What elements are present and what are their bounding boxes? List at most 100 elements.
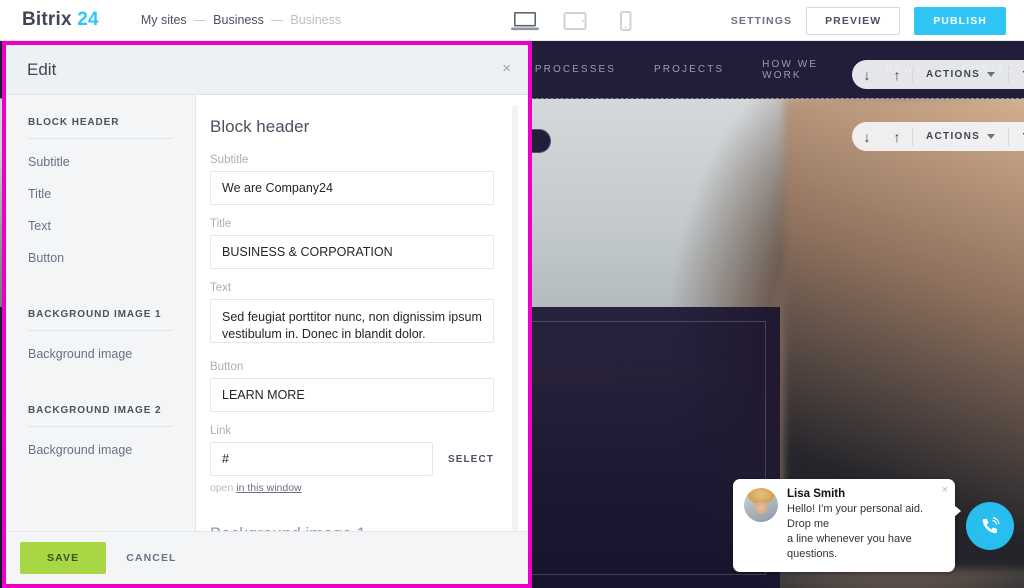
site-nav-item[interactable]: PROCESSES bbox=[535, 64, 616, 75]
link-target-hint: open in this window bbox=[210, 482, 494, 494]
actions-button[interactable]: ACTIONS bbox=[913, 122, 1008, 151]
call-icon[interactable] bbox=[966, 501, 1014, 550]
field-label: Subtitle bbox=[210, 154, 249, 166]
chat-message-line: a line whenever you have questions. bbox=[787, 533, 912, 560]
divider bbox=[28, 138, 173, 139]
title-input[interactable] bbox=[210, 235, 494, 269]
mobile-glyph bbox=[620, 10, 632, 31]
sidebar-item-background-image-1[interactable]: Background image bbox=[28, 337, 173, 369]
edit-block-dialog: Edit × BLOCK HEADER Subtitle Title Text … bbox=[2, 41, 532, 588]
field-label: Link bbox=[210, 425, 232, 437]
site-nav-item[interactable]: HOW WE WORK bbox=[762, 59, 847, 81]
desktop-glyph bbox=[511, 11, 539, 30]
field-subtitle: Subtitle bbox=[210, 154, 494, 205]
chat-message: Hello! I'm your personal aid. Drop me a … bbox=[787, 502, 943, 562]
dialog-form-panel: Block header Subtitle Title Text Sed feu… bbox=[196, 95, 528, 531]
breadcrumb-business[interactable]: Business bbox=[213, 13, 264, 27]
settings-link[interactable]: SETTINGS bbox=[731, 15, 792, 27]
tablet-view-icon[interactable] bbox=[560, 10, 590, 32]
breadcrumb-current: Business bbox=[290, 13, 342, 27]
sidebar-item-text[interactable]: Text bbox=[28, 209, 173, 241]
open-target-link[interactable]: in this window bbox=[236, 482, 301, 494]
chat-operator-name: Lisa Smith bbox=[787, 488, 846, 500]
app-header: Bitrix 24 My sites — Business — Business bbox=[0, 0, 1024, 41]
chevron-down-icon bbox=[987, 72, 996, 77]
select-link-button[interactable]: SELECT bbox=[433, 454, 494, 465]
avatar bbox=[744, 488, 778, 522]
form-section-title: Block header bbox=[210, 117, 310, 136]
dialog-title: Edit bbox=[27, 59, 57, 79]
header-actions: SETTINGS PREVIEW PUBLISH bbox=[731, 0, 1006, 41]
form-section-title-background-image-1: Background image 1 bbox=[210, 524, 494, 531]
site-nav-item[interactable]: PROJECTS bbox=[654, 64, 724, 75]
chat-content: Lisa Smith Hello! I'm your personal aid.… bbox=[787, 488, 943, 562]
field-label: Button bbox=[210, 361, 244, 373]
save-button[interactable]: SAVE bbox=[20, 542, 107, 574]
sidebar-group-heading: BLOCK HEADER bbox=[28, 117, 120, 128]
bitrix-logo[interactable]: Bitrix 24 bbox=[22, 9, 99, 31]
chat-widget[interactable]: Lisa Smith Hello! I'm your personal aid.… bbox=[733, 479, 1014, 572]
logo-number: 24 bbox=[77, 9, 99, 30]
dialog-footer: SAVE CANCEL bbox=[6, 531, 528, 584]
device-switcher bbox=[510, 0, 640, 41]
chat-bubble[interactable]: Lisa Smith Hello! I'm your personal aid.… bbox=[733, 479, 961, 572]
publish-button[interactable]: PUBLISH bbox=[914, 6, 1006, 35]
subtitle-input[interactable] bbox=[210, 171, 494, 205]
cancel-button[interactable]: CANCEL bbox=[120, 551, 182, 565]
field-link: Link SELECT open in this window bbox=[210, 425, 494, 494]
sidebar-group-block-header: BLOCK HEADER Subtitle Title Text Button bbox=[6, 117, 195, 273]
mobile-view-icon[interactable] bbox=[610, 10, 640, 32]
close-icon[interactable]: × bbox=[942, 484, 948, 496]
sidebar-group-background-image-2: BACKGROUND IMAGE 2 Background image bbox=[6, 405, 195, 465]
breadcrumb-separator: — bbox=[193, 13, 207, 27]
sidebar-group-heading: BACKGROUND IMAGE 2 bbox=[28, 405, 162, 416]
sidebar-item-button[interactable]: Button bbox=[28, 241, 173, 273]
open-prefix: open bbox=[210, 482, 234, 494]
move-up-icon[interactable]: ↑ bbox=[882, 122, 912, 151]
divider bbox=[28, 330, 173, 331]
field-label: Text bbox=[210, 282, 232, 294]
dialog-header: Edit × bbox=[6, 45, 528, 95]
sidebar-item-title[interactable]: Title bbox=[28, 177, 173, 209]
field-label: Title bbox=[210, 218, 232, 230]
app-root: CES PROCESSES PROJECTS HOW WE WORK NEWS … bbox=[0, 0, 1024, 588]
nav-block-toolbar[interactable]: ↓ ↑ ACTIONS bbox=[852, 60, 1024, 89]
button-input[interactable] bbox=[210, 378, 494, 412]
breadcrumb: My sites — Business — Business bbox=[141, 13, 341, 27]
chat-message-line: Hello! I'm your personal aid. Drop me bbox=[787, 503, 923, 530]
move-up-icon[interactable]: ↑ bbox=[882, 60, 912, 89]
hero-block-toolbar[interactable]: ↓ ↑ ACTIONS bbox=[852, 122, 1024, 151]
breadcrumb-separator: — bbox=[270, 13, 284, 27]
move-down-icon[interactable]: ↓ bbox=[852, 122, 882, 151]
sidebar-item-background-image-2[interactable]: Background image bbox=[28, 433, 173, 465]
desktop-view-icon[interactable] bbox=[510, 10, 540, 32]
logo-text: Bitrix bbox=[22, 9, 72, 30]
field-title: Title bbox=[210, 218, 494, 269]
link-row: SELECT bbox=[210, 442, 494, 476]
breadcrumb-my-sites[interactable]: My sites bbox=[141, 13, 187, 27]
actions-button[interactable]: ACTIONS bbox=[913, 60, 1008, 89]
dialog-sidebar: BLOCK HEADER Subtitle Title Text Button … bbox=[6, 95, 196, 531]
preview-button[interactable]: PREVIEW bbox=[806, 6, 901, 35]
actions-label: ACTIONS bbox=[926, 69, 981, 80]
sidebar-group-background-image-1: BACKGROUND IMAGE 1 Background image bbox=[6, 309, 195, 369]
sidebar-item-subtitle[interactable]: Subtitle bbox=[28, 145, 173, 177]
phone-glyph bbox=[982, 516, 1000, 533]
field-button: Button bbox=[210, 361, 494, 412]
tablet-glyph bbox=[563, 11, 587, 30]
move-down-icon[interactable]: ↓ bbox=[852, 60, 882, 89]
trash-icon[interactable] bbox=[1009, 60, 1024, 89]
dialog-body: BLOCK HEADER Subtitle Title Text Button … bbox=[6, 95, 528, 531]
link-input[interactable] bbox=[210, 442, 433, 476]
text-textarea[interactable]: Sed feugiat porttitor nunc, non dignissi… bbox=[210, 299, 494, 343]
trash-icon[interactable] bbox=[1009, 122, 1024, 151]
chevron-down-icon bbox=[987, 134, 996, 139]
sidebar-group-heading: BACKGROUND IMAGE 1 bbox=[28, 309, 162, 320]
close-icon[interactable]: × bbox=[502, 61, 511, 76]
field-text: Text Sed feugiat porttitor nunc, non dig… bbox=[210, 282, 494, 348]
divider bbox=[28, 426, 173, 427]
scrollbar[interactable] bbox=[512, 105, 518, 531]
actions-label: ACTIONS bbox=[926, 131, 981, 142]
